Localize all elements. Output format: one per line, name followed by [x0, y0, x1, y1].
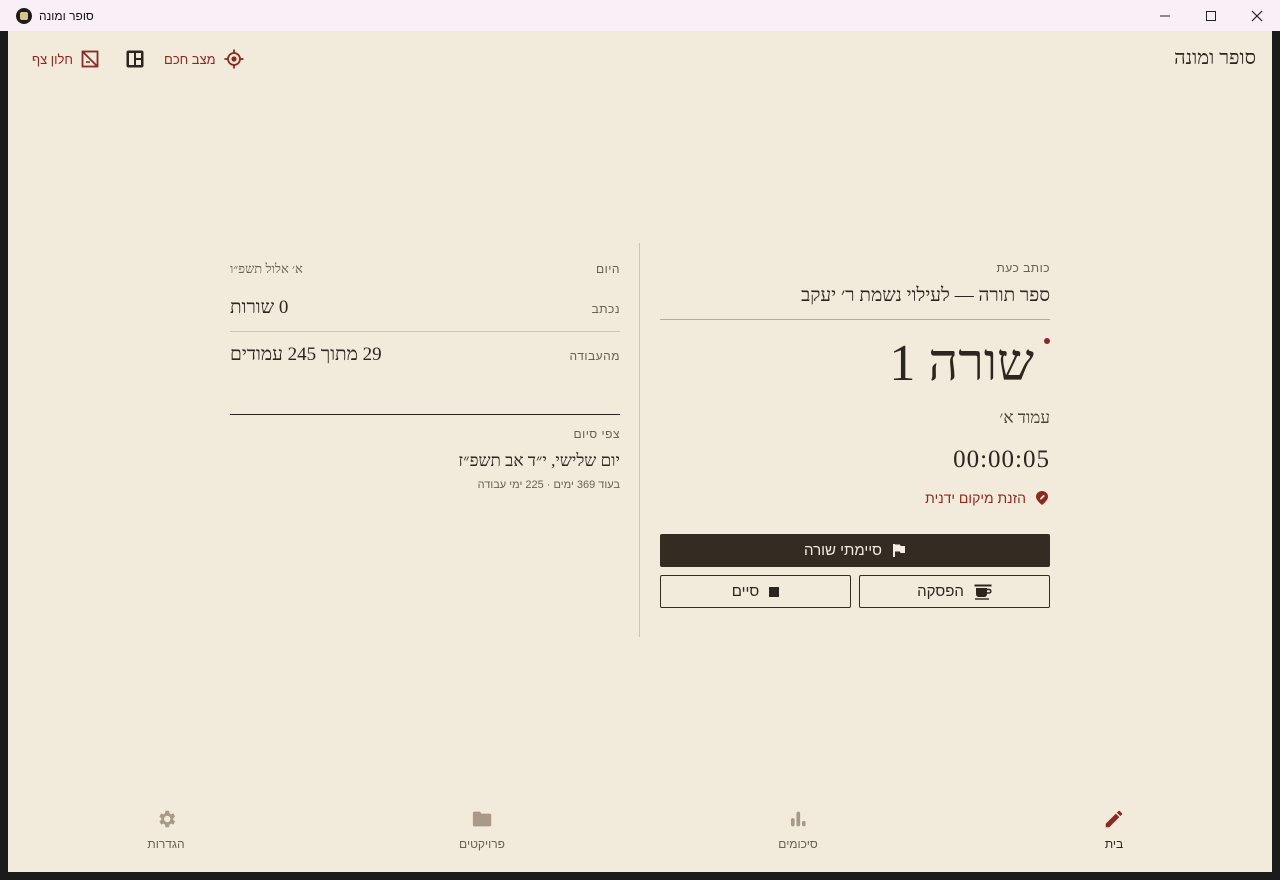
stats-panel: היום א׳ אלול תשפ״ו נכתב 0 שורות מהעבודה …: [230, 243, 620, 491]
nav-settings[interactable]: הגדרות: [147, 808, 185, 851]
nav-summaries[interactable]: סיכומים: [778, 808, 818, 851]
nav-settings-label: הגדרות: [147, 837, 185, 851]
maximize-icon: [1206, 10, 1216, 21]
progress-row: מהעבודה 29 מתוך 245 עמודים: [230, 344, 620, 366]
window-titlebar: סופר ומונה: [0, 0, 1280, 31]
gps-target-icon: [224, 49, 244, 69]
pause-button[interactable]: הפסקה: [859, 575, 1050, 608]
manual-location-button[interactable]: הזנת מיקום ידנית: [660, 490, 1050, 506]
finish-label: צפי סיום: [573, 427, 620, 441]
column-divider: [639, 243, 640, 637]
written-label: נכתב: [591, 302, 620, 316]
nav-projects-label: פרויקטים: [459, 837, 505, 851]
minimize-button[interactable]: [1142, 0, 1188, 31]
current-amud: עמוד א׳: [999, 408, 1050, 427]
line-display-wrap: שורה 1: [660, 334, 1050, 394]
window-app-id: סופר ומונה: [0, 7, 94, 24]
window-title: סופר ומונה: [39, 8, 94, 23]
float-window-label: חלון צף: [32, 51, 73, 67]
finish-remaining: בעוד 369 ימים · 225 ימי עבודה: [477, 479, 620, 491]
dashboard-layout-icon: [126, 50, 144, 68]
finish-line-button[interactable]: סיימתי שורה: [660, 534, 1050, 567]
stop-label: סיים: [731, 583, 760, 600]
finish-line-label: סיימתי שורה: [804, 542, 882, 559]
secondary-actions: הפסקה סיים: [660, 575, 1050, 608]
coffee-cup-icon: [974, 584, 992, 600]
current-session-panel: כותב כעת ספר תורה — לעילוי נשמת ר׳ יעקב …: [660, 243, 1050, 608]
picture-in-picture-off-icon: [81, 50, 99, 68]
flag-icon: [893, 544, 905, 557]
smart-mode-label: מצב חכם: [164, 51, 216, 67]
finish-estimate: צפי סיום יום שלישי, י״ד אב תשפ״ז בעוד 36…: [230, 414, 620, 491]
today-value: א׳ אלול תשפ״ו: [230, 261, 303, 276]
now-writing-label: כותב כעת: [996, 261, 1050, 275]
app-header: סופר ומונה חלון צף מצב חכם: [8, 31, 1272, 87]
live-indicator-dot: [1044, 338, 1050, 344]
finish-date: יום שלישי, י״ד אב תשפ״ז: [458, 451, 620, 470]
edit-location-icon: [1036, 491, 1048, 505]
app-logo-icon: [16, 7, 32, 24]
header-actions: חלון צף מצב חכם: [32, 47, 244, 71]
minimize-icon: [1160, 15, 1170, 16]
nav-home[interactable]: בית: [1103, 808, 1125, 851]
pause-label: הפסקה: [917, 583, 964, 600]
bar-chart-icon: [790, 811, 806, 827]
written-row: נכתב 0 שורות: [230, 297, 620, 332]
close-icon: [1251, 10, 1263, 21]
today-row: היום א׳ אלול תשפ״ו: [230, 261, 620, 277]
nav-home-label: בית: [1104, 837, 1124, 851]
progress-label: מהעבודה: [569, 349, 620, 363]
stop-icon: [769, 586, 780, 597]
maximize-button[interactable]: [1188, 0, 1234, 31]
float-window-button[interactable]: חלון צף: [32, 47, 112, 71]
app-brand: סופר ומונה: [1174, 47, 1256, 69]
progress-value: 29 מתוך 245 עמודים: [230, 344, 382, 365]
pencil-icon: [1105, 810, 1123, 828]
folder-icon: [472, 811, 492, 827]
manual-location-label: הזנת מיקום ידנית: [925, 490, 1026, 506]
written-value: 0 שורות: [230, 297, 289, 318]
app-root: סופר ומונה חלון צף מצב חכם כותב כעת ספר …: [8, 31, 1272, 872]
session-timer: 00:00:05: [953, 446, 1050, 473]
nav-projects[interactable]: פרויקטים: [459, 808, 505, 851]
current-line-display: שורה 1: [889, 335, 1034, 392]
today-label: היום: [596, 262, 620, 276]
layout-button[interactable]: [126, 47, 144, 71]
gear-icon: [158, 810, 175, 828]
nav-summaries-label: סיכומים: [778, 837, 818, 851]
bottom-navigation: הגדרות פרויקטים סיכומים בית: [8, 800, 1272, 872]
stop-button[interactable]: סיים: [660, 575, 851, 608]
close-window-button[interactable]: [1234, 0, 1280, 31]
smart-mode-button[interactable]: מצב חכם: [164, 47, 244, 71]
project-name: ספר תורה — לעילוי נשמת ר׳ יעקב: [660, 285, 1050, 320]
window-controls: [1142, 0, 1280, 31]
